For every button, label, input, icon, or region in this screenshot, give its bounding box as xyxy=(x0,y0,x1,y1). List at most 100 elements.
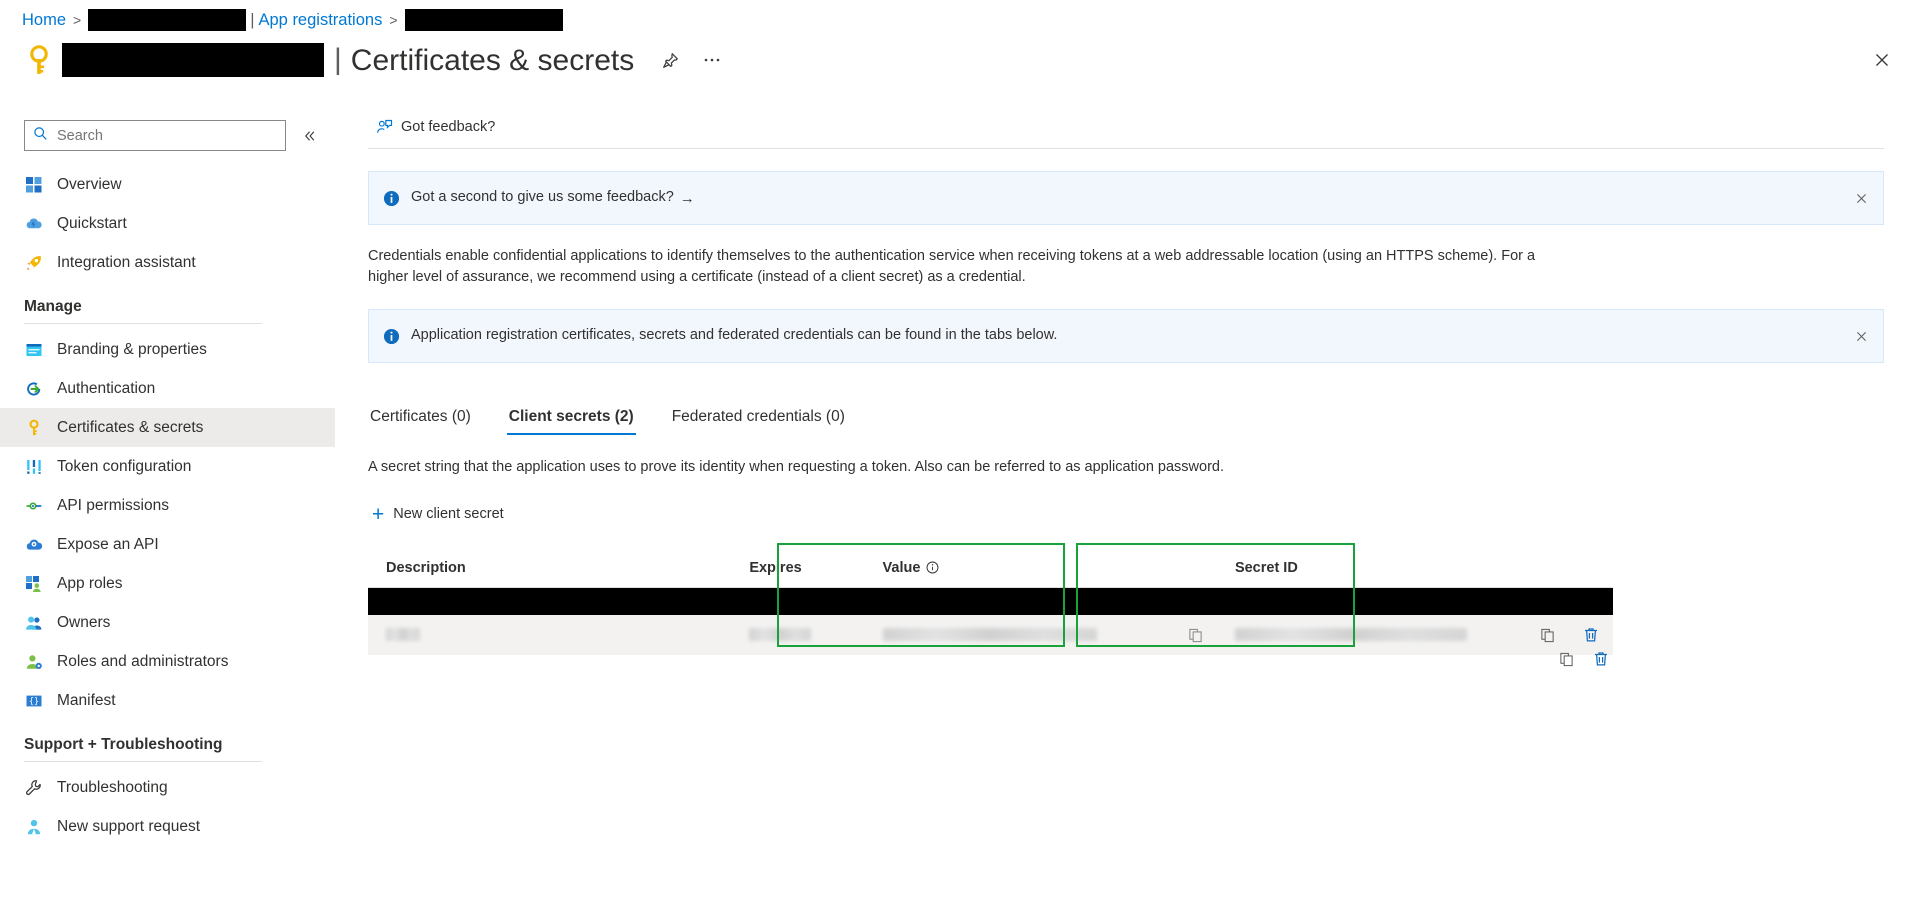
person-gear-icon xyxy=(24,652,44,672)
sidebar-item-authentication[interactable]: Authentication xyxy=(0,369,335,408)
sidebar-item-overview[interactable]: Overview xyxy=(0,165,335,204)
column-header-value[interactable]: Value xyxy=(864,543,1217,588)
plug-icon xyxy=(24,496,44,516)
copy-icon[interactable] xyxy=(1552,645,1580,673)
sidebar-item-label: New support request xyxy=(57,817,201,835)
close-icon[interactable] xyxy=(1851,188,1871,208)
sidebar-item-token-configuration[interactable]: Token configuration xyxy=(0,447,335,486)
sidebar-item-app-roles[interactable]: App roles xyxy=(0,564,335,603)
sidebar-item-label: Integration assistant xyxy=(57,253,196,271)
cloud-lightning-icon xyxy=(24,214,44,234)
person-icon xyxy=(24,817,44,837)
browser-icon xyxy=(24,340,44,360)
sidebar-item-label: Certificates & secrets xyxy=(57,418,204,436)
sidebar-item-quickstart[interactable]: Quickstart xyxy=(0,204,335,243)
credential-tabs: Certificates (0) Client secrets (2) Fede… xyxy=(368,397,1884,436)
sidebar-item-label: Roles and administrators xyxy=(57,652,229,670)
feedback-banner-text: Got a second to give us some feedback? xyxy=(411,189,674,206)
sidebar-item-api-permissions[interactable]: API permissions xyxy=(0,486,335,525)
cell-description xyxy=(368,587,732,616)
redacted-text xyxy=(1234,628,1467,642)
credentials-description: Credentials enable confidential applicat… xyxy=(368,248,1536,285)
pin-icon[interactable] xyxy=(654,44,686,76)
table-row[interactable] xyxy=(368,615,1613,656)
sidebar-item-troubleshooting[interactable]: Troubleshooting xyxy=(0,768,335,807)
tabs-info-banner: Application registration certificates, s… xyxy=(368,309,1884,364)
cell-secret-id xyxy=(1216,587,1526,616)
sidebar-group-manage: Manage xyxy=(0,298,335,324)
cell-secret-id xyxy=(1216,615,1526,656)
sidebar-item-label: App roles xyxy=(57,574,123,592)
braces-icon: {} xyxy=(24,691,44,711)
column-header-expires[interactable]: Expires xyxy=(731,543,865,588)
search-box[interactable] xyxy=(24,120,286,151)
search-input[interactable] xyxy=(55,126,277,145)
breadcrumb-separator-1: > xyxy=(73,12,82,28)
command-bar-divider xyxy=(368,148,1884,149)
table-row[interactable] xyxy=(368,587,1613,616)
breadcrumb-home[interactable]: Home xyxy=(22,11,66,30)
sidebar-item-certificates-secrets[interactable]: Certificates & secrets xyxy=(0,408,335,447)
ellipsis-icon[interactable] xyxy=(696,44,728,76)
tabs-info-banner-text: Application registration certificates, s… xyxy=(411,327,1058,344)
breadcrumb-pipe: | xyxy=(250,10,255,29)
breadcrumb-separator-2: > xyxy=(389,12,398,28)
grid-person-icon xyxy=(24,574,44,594)
sidebar-item-label: Owners xyxy=(57,613,111,631)
sidebar-item-integration-assistant[interactable]: Integration assistant xyxy=(0,243,335,282)
sidebar-item-owners[interactable]: Owners xyxy=(0,603,335,642)
search-icon xyxy=(33,126,48,146)
cell-delete xyxy=(1569,587,1613,616)
sidebar-item-label: Token configuration xyxy=(57,457,192,475)
column-label: Value xyxy=(882,559,921,576)
sidebar-group-title: Manage xyxy=(24,298,82,315)
grid-icon xyxy=(24,175,44,195)
sidebar-item-manifest[interactable]: {} Manifest xyxy=(0,681,335,720)
page-app-name-redacted xyxy=(62,43,324,77)
sidebar-group-title: Support + Troubleshooting xyxy=(24,736,223,753)
cell-secret-id-copy xyxy=(1525,587,1570,616)
sidebar-item-branding-properties[interactable]: Branding & properties xyxy=(0,330,335,369)
close-icon[interactable] xyxy=(1851,326,1871,346)
sidebar-item-label: Manifest xyxy=(57,691,116,709)
sidebar-item-new-support-request[interactable]: New support request xyxy=(0,807,335,846)
info-icon xyxy=(383,328,400,345)
main-content: Got feedback? Got a second to give us so… xyxy=(356,110,1920,922)
cell-value-copy xyxy=(1173,615,1217,656)
got-feedback-button[interactable]: Got feedback? xyxy=(368,111,503,143)
tab-certificates[interactable]: Certificates (0) xyxy=(368,408,473,435)
copy-icon[interactable] xyxy=(1181,621,1209,649)
arrow-right-icon[interactable]: → xyxy=(680,190,695,207)
breadcrumb-app-registrations[interactable]: App registrations xyxy=(259,11,383,30)
feedback-banner: Got a second to give us some feedback? → xyxy=(368,171,1884,225)
column-label: Description xyxy=(386,559,466,576)
sidebar-item-label: Branding & properties xyxy=(57,340,207,358)
tab-federated-credentials[interactable]: Federated credentials (0) xyxy=(670,408,847,435)
people-icon xyxy=(24,613,44,633)
close-blade-button[interactable] xyxy=(1866,44,1898,76)
redacted-text xyxy=(882,628,1097,642)
info-circle-icon[interactable] xyxy=(926,561,939,574)
svg-text:{}: {} xyxy=(29,697,39,707)
breadcrumb: Home > | App registrations > xyxy=(22,6,563,34)
column-header-description[interactable]: Description xyxy=(368,543,732,588)
sidebar-item-label: Authentication xyxy=(57,379,156,397)
arrow-circle-icon xyxy=(24,379,44,399)
trash-icon[interactable] xyxy=(1587,645,1615,673)
new-client-secret-button[interactable]: + New client secret xyxy=(368,499,512,529)
breadcrumb-app-redacted[interactable] xyxy=(404,9,563,31)
sidebar-item-expose-an-api[interactable]: Expose an API xyxy=(0,525,335,564)
sidebar: Overview Quickstart Integration assistan… xyxy=(0,110,335,922)
content-area: Got a second to give us some feedback? →… xyxy=(356,171,1920,656)
sidebar-item-roles-and-administrators[interactable]: Roles and administrators xyxy=(0,642,335,681)
column-header-secret-id[interactable]: Secret ID xyxy=(1216,543,1613,588)
cell-description xyxy=(368,615,732,656)
sidebar-item-label: Overview xyxy=(57,175,122,193)
breadcrumb-tenant-redacted[interactable] xyxy=(88,9,247,31)
page-title-pipe: | xyxy=(334,43,342,76)
key-icon xyxy=(22,40,56,80)
cell-value-copy xyxy=(1173,587,1217,616)
chevron-double-left-icon[interactable] xyxy=(298,124,322,148)
tab-client-secrets[interactable]: Client secrets (2) xyxy=(506,408,636,436)
cell-value xyxy=(864,587,1174,616)
